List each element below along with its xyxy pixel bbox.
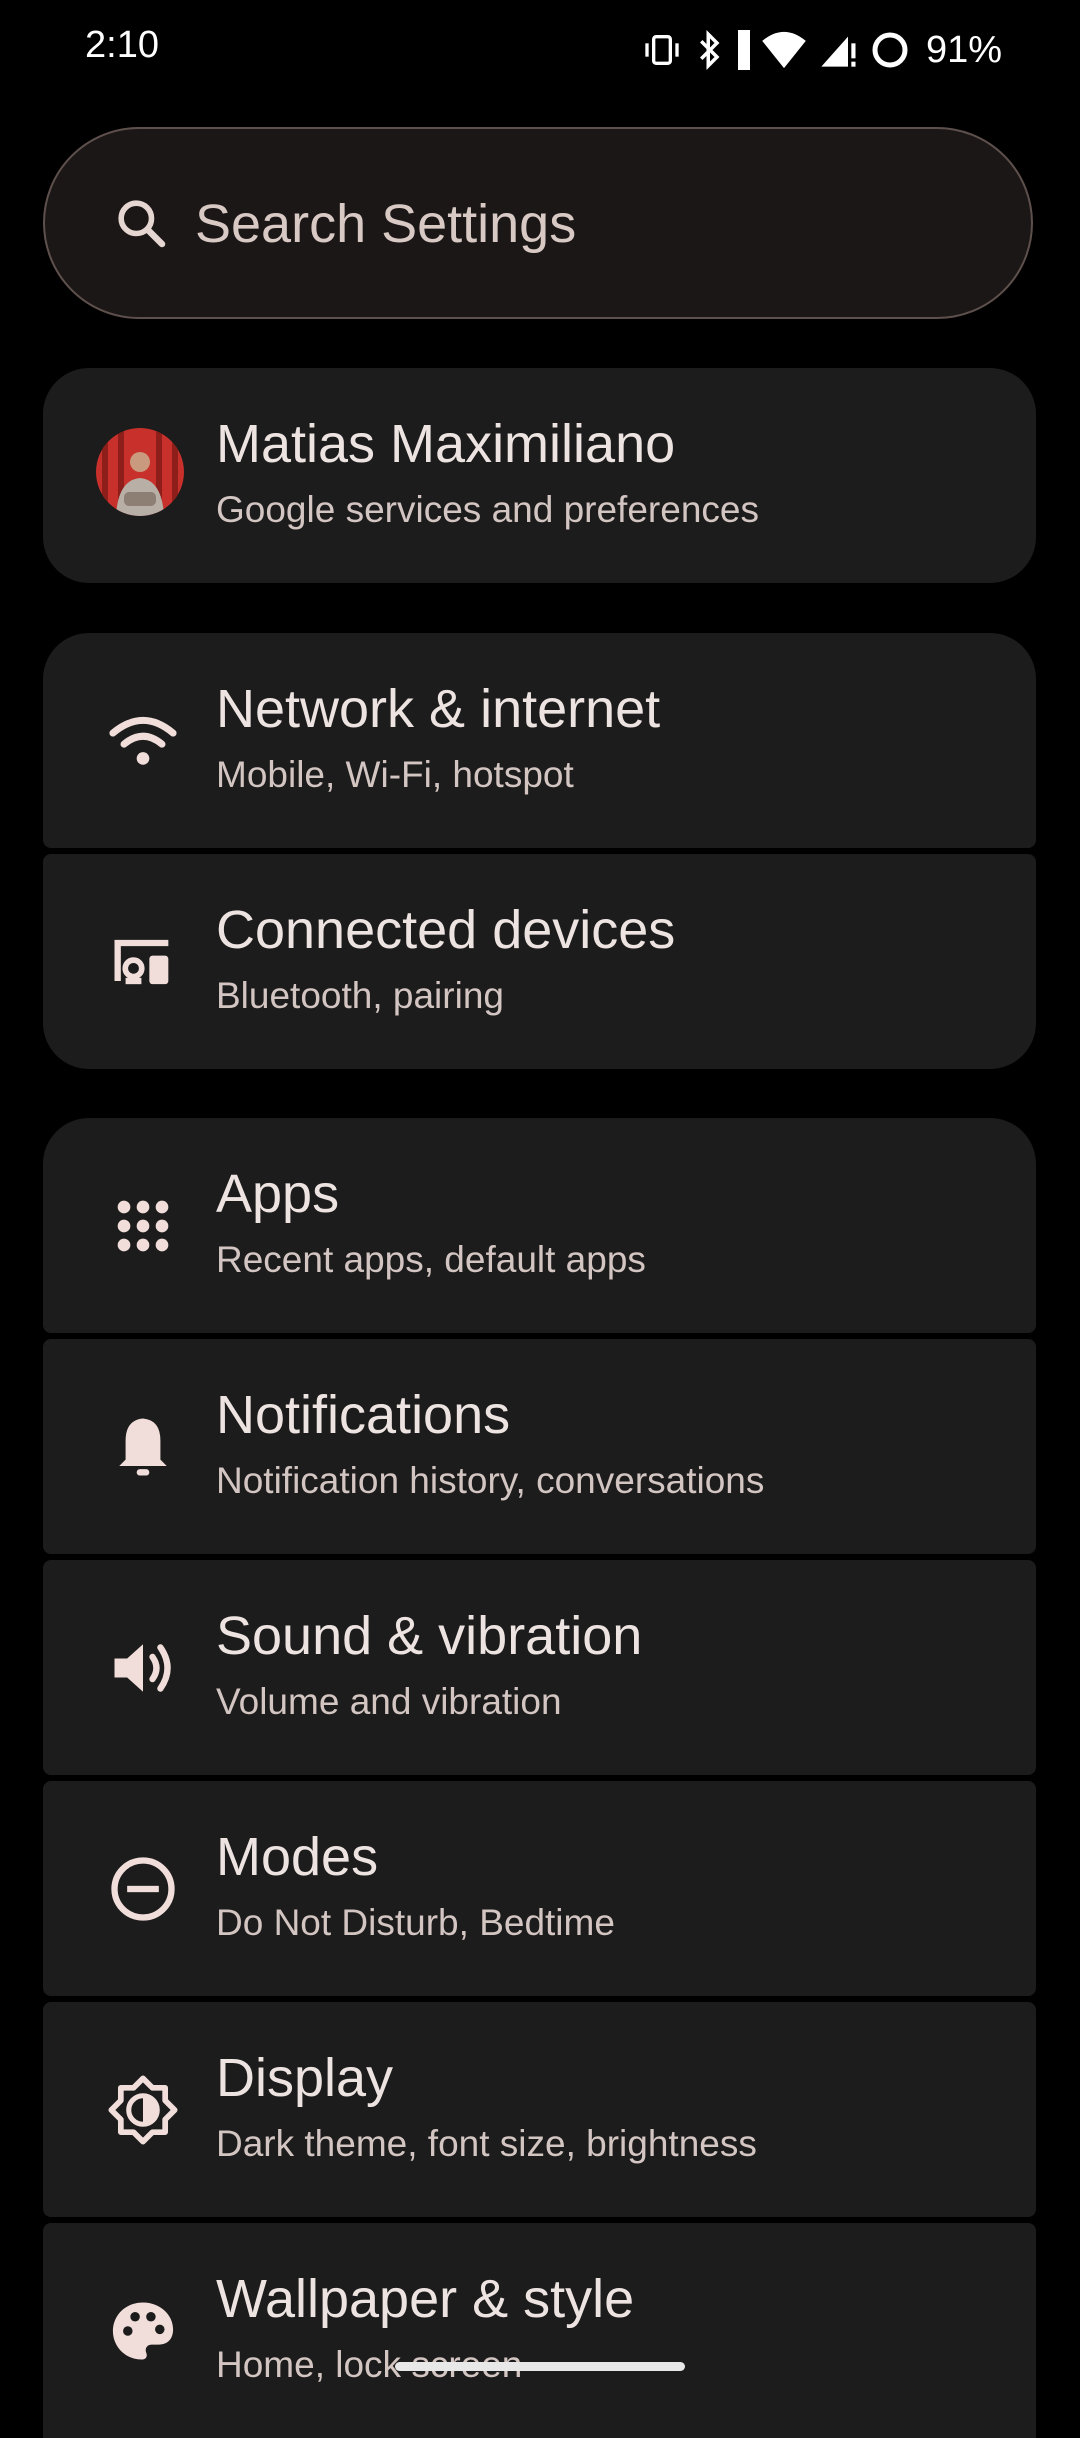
bluetooth-icon bbox=[699, 30, 720, 70]
item-title: Apps bbox=[216, 1164, 340, 1224]
account-subtitle: Google services and preferences bbox=[216, 489, 759, 530]
item-title: Network & internet bbox=[216, 679, 661, 739]
item-subtitle: Dark theme, font size, brightness bbox=[216, 2123, 757, 2164]
palette-icon bbox=[112, 2302, 174, 2360]
item-title: Display bbox=[216, 2048, 394, 2108]
item-subtitle: Bluetooth, pairing bbox=[216, 975, 504, 1016]
search-placeholder: Search Settings bbox=[195, 194, 577, 254]
item-subtitle: Notification history, conversations bbox=[216, 1460, 765, 1501]
item-subtitle: Recent apps, default apps bbox=[216, 1239, 646, 1280]
speaker-icon bbox=[114, 1644, 171, 1692]
avatar bbox=[96, 428, 184, 516]
item-title: Notifications bbox=[216, 1385, 511, 1445]
wifi-icon bbox=[109, 717, 177, 765]
item-subtitle: Volume and vibration bbox=[216, 1681, 562, 1722]
settings-item-sound[interactable]: Sound & vibration Volume and vibration bbox=[43, 1560, 1036, 1775]
settings-item-connected-devices[interactable]: Connected devices Bluetooth, pairing bbox=[43, 854, 1036, 1069]
settings-item-network[interactable]: Network & internet Mobile, Wi-Fi, hotspo… bbox=[43, 633, 1036, 848]
battery-icon bbox=[872, 32, 908, 68]
account-card[interactable]: Matias Maximiliano Google services and p… bbox=[43, 368, 1036, 583]
do-not-disturb-icon bbox=[111, 1857, 175, 1921]
item-title: Modes bbox=[216, 1827, 379, 1887]
vibrate-icon bbox=[645, 35, 679, 65]
battery-saver-icon bbox=[737, 30, 750, 70]
search-bar[interactable]: Search Settings bbox=[43, 127, 1033, 319]
brightness-icon bbox=[108, 2075, 178, 2145]
item-subtitle: Mobile, Wi-Fi, hotspot bbox=[216, 754, 574, 795]
item-title: Sound & vibration bbox=[216, 1606, 643, 1666]
settings-item-display[interactable]: Display Dark theme, font size, brightnes… bbox=[43, 2002, 1036, 2217]
account-name: Matias Maximiliano bbox=[216, 414, 676, 474]
settings-item-apps[interactable]: Apps Recent apps, default apps bbox=[43, 1118, 1036, 1333]
item-title: Connected devices bbox=[216, 900, 676, 960]
search-icon bbox=[118, 200, 166, 248]
status-time: 2:10 bbox=[85, 24, 159, 66]
settings-item-modes[interactable]: Modes Do Not Disturb, Bedtime bbox=[43, 1781, 1036, 1996]
gesture-nav-handle[interactable] bbox=[395, 2362, 685, 2371]
bell-icon bbox=[119, 1418, 167, 1476]
item-title: Wallpaper & style bbox=[216, 2269, 635, 2329]
settings-item-notifications[interactable]: Notifications Notification history, conv… bbox=[43, 1339, 1036, 1554]
apps-grid-icon bbox=[117, 1200, 169, 1252]
wifi-signal-icon bbox=[762, 31, 806, 69]
connected-devices-icon bbox=[114, 939, 169, 985]
settings-item-wallpaper[interactable]: Wallpaper & style Home, lock screen bbox=[43, 2223, 1036, 2438]
status-icons: 91% bbox=[642, 22, 1002, 78]
battery-percentage: 91% bbox=[925, 28, 1002, 71]
cell-signal-icon bbox=[821, 36, 856, 67]
item-subtitle: Do Not Disturb, Bedtime bbox=[216, 1902, 615, 1943]
status-bar: 2:10 91% bbox=[0, 0, 1080, 100]
